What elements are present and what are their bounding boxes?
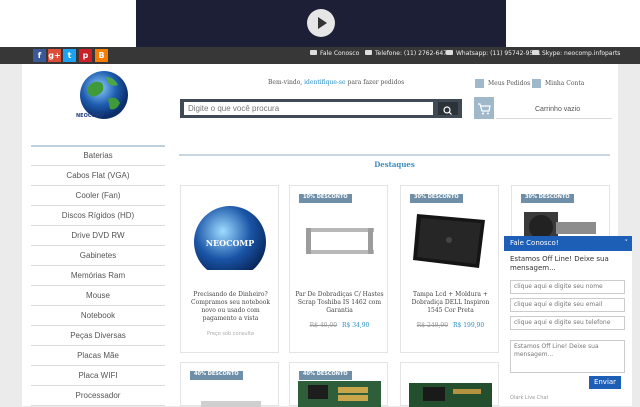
- product-image: [201, 401, 261, 407]
- section-title: Destaques: [374, 160, 415, 169]
- category-item[interactable]: Peças Diversas: [31, 326, 165, 346]
- chat-widget: Fale Conosco! ˅ Estamos Off Line! Deixe …: [504, 236, 632, 406]
- search-bar: [180, 99, 462, 118]
- twitter-icon[interactable]: t: [63, 49, 76, 62]
- skype-info: Skype: neocomp.infoparts: [532, 50, 620, 57]
- category-item[interactable]: Discos Rígidos (HD): [31, 206, 165, 226]
- product-name[interactable]: Par De Dobradiças C/ Hastes Scrap Toshib…: [294, 291, 385, 315]
- chat-icon: [310, 50, 317, 55]
- product-image: NEOCOMP: [194, 206, 266, 270]
- product-image: [413, 214, 485, 268]
- category-item[interactable]: Baterias: [31, 145, 165, 166]
- top-contact-bar: f g+ t p B Fale Conosco Telefone: (11) 2…: [0, 47, 640, 64]
- cart-status[interactable]: Carrinho vazio: [535, 106, 580, 113]
- chat-title: Fale Conosco!: [510, 239, 559, 247]
- discount-badge: 30% DESCONTO: [521, 194, 574, 203]
- product-card[interactable]: [400, 362, 499, 407]
- category-item[interactable]: Mouse: [31, 286, 165, 306]
- search-button[interactable]: [438, 102, 458, 115]
- product-image: [409, 383, 492, 407]
- video-bar: [0, 0, 640, 47]
- chevron-down-icon[interactable]: ˅: [625, 236, 629, 251]
- chat-name-input[interactable]: clique aqui e digite seu nome: [510, 280, 625, 294]
- category-item[interactable]: Processador: [31, 386, 165, 406]
- new-price: R$ 34,90: [341, 322, 370, 329]
- account-icon: [532, 79, 541, 88]
- discount-badge: 40% DESCONTO: [299, 371, 352, 380]
- product-card[interactable]: 40% DESCONTO: [289, 362, 388, 407]
- section-divider: [179, 154, 610, 156]
- category-item[interactable]: Drive DVD RW: [31, 226, 165, 246]
- product-price: R$ 249,90 R$ 199,90: [405, 322, 496, 329]
- category-item[interactable]: Notebook: [31, 306, 165, 326]
- minha-conta-link[interactable]: Minha Conta: [545, 80, 584, 87]
- discount-badge: 30% DESCONTO: [410, 194, 463, 203]
- play-icon[interactable]: [307, 9, 335, 37]
- chat-email-input[interactable]: clique aqui e digite seu email: [510, 298, 625, 312]
- discount-badge: 10% DESCONTO: [299, 194, 352, 203]
- product-card[interactable]: 40% DESCONTO: [180, 362, 279, 407]
- old-price: R$ 40,00: [309, 322, 338, 329]
- product-card[interactable]: 10% DESCONTO Par De Dobradiças C/ Hastes…: [289, 185, 388, 353]
- search-input[interactable]: [184, 102, 433, 115]
- search-icon: [443, 106, 452, 115]
- category-item[interactable]: Placas Mãe: [31, 346, 165, 366]
- category-item[interactable]: Placa WIFI: [31, 366, 165, 386]
- chat-send-button[interactable]: Enviar: [589, 376, 621, 389]
- product-image: [306, 228, 374, 254]
- old-price: R$ 249,90: [416, 322, 449, 329]
- orders-icon: [475, 79, 484, 88]
- product-name[interactable]: Tampa Lcd + Moldura + Dobradiça DELL Ins…: [405, 291, 496, 315]
- whatsapp-info: Whatsapp: (11) 95742-9501: [446, 50, 541, 57]
- product-card[interactable]: 30% DESCONTO Tampa Lcd + Moldura + Dobra…: [400, 185, 499, 353]
- category-menu: Baterias Cabos Flat (VGA) Cooler (Fan) D…: [31, 145, 165, 406]
- chat-phone-input[interactable]: clique aqui e digite seu telefone: [510, 316, 625, 330]
- product-lead: Preço sob consulta: [207, 331, 254, 337]
- identifique-se-link[interactable]: identifique-se: [304, 79, 345, 86]
- facebook-icon[interactable]: f: [33, 49, 46, 62]
- category-item[interactable]: Cabos Flat (VGA): [31, 166, 165, 186]
- neocomp-logo[interactable]: [76, 69, 132, 129]
- product-image-logo: NEOCOMP: [206, 238, 255, 248]
- meus-pedidos-link[interactable]: Meus Pedidos: [488, 80, 530, 87]
- product-name[interactable]: Precisando de Dinheiro? Compramos seu no…: [185, 291, 276, 323]
- category-item[interactable]: Memórias Ram: [31, 266, 165, 286]
- logo-text: NEOCOMP: [76, 113, 105, 119]
- chat-header[interactable]: Fale Conosco! ˅: [504, 236, 632, 251]
- cart-button[interactable]: [474, 97, 494, 119]
- pinterest-icon[interactable]: p: [79, 49, 92, 62]
- product-image: [298, 381, 381, 407]
- cart-divider: [496, 118, 612, 119]
- fale-conosco-link[interactable]: Fale Conosco: [310, 50, 359, 57]
- category-item[interactable]: Cooler (Fan): [31, 186, 165, 206]
- blogger-icon[interactable]: B: [95, 49, 108, 62]
- product-price: R$ 40,00 R$ 34,90: [294, 322, 385, 329]
- discount-badge: 40% DESCONTO: [190, 371, 243, 380]
- new-price: R$ 199,90: [452, 322, 485, 329]
- category-item[interactable]: Gabinetes: [31, 246, 165, 266]
- phone-icon: [365, 50, 372, 55]
- chat-offline-message: Estamos Off Line! Deixe sua mensagem...: [510, 255, 609, 272]
- cart-icon: [478, 103, 491, 115]
- welcome-text: Bem-vindo, identifique-se para fazer ped…: [268, 79, 405, 86]
- product-card[interactable]: NEOCOMP Precisando de Dinheiro? Compramo…: [180, 185, 279, 353]
- chat-powered-by[interactable]: Olark Live Chat: [510, 395, 548, 401]
- google-plus-icon[interactable]: g+: [48, 49, 61, 62]
- skype-icon: [532, 50, 539, 55]
- telefone-info: Telefone: (11) 2762-6478: [365, 50, 451, 57]
- whatsapp-icon: [446, 50, 453, 55]
- chat-message-input[interactable]: Estamos Off Line! Deixe sua mensagem...: [510, 340, 625, 373]
